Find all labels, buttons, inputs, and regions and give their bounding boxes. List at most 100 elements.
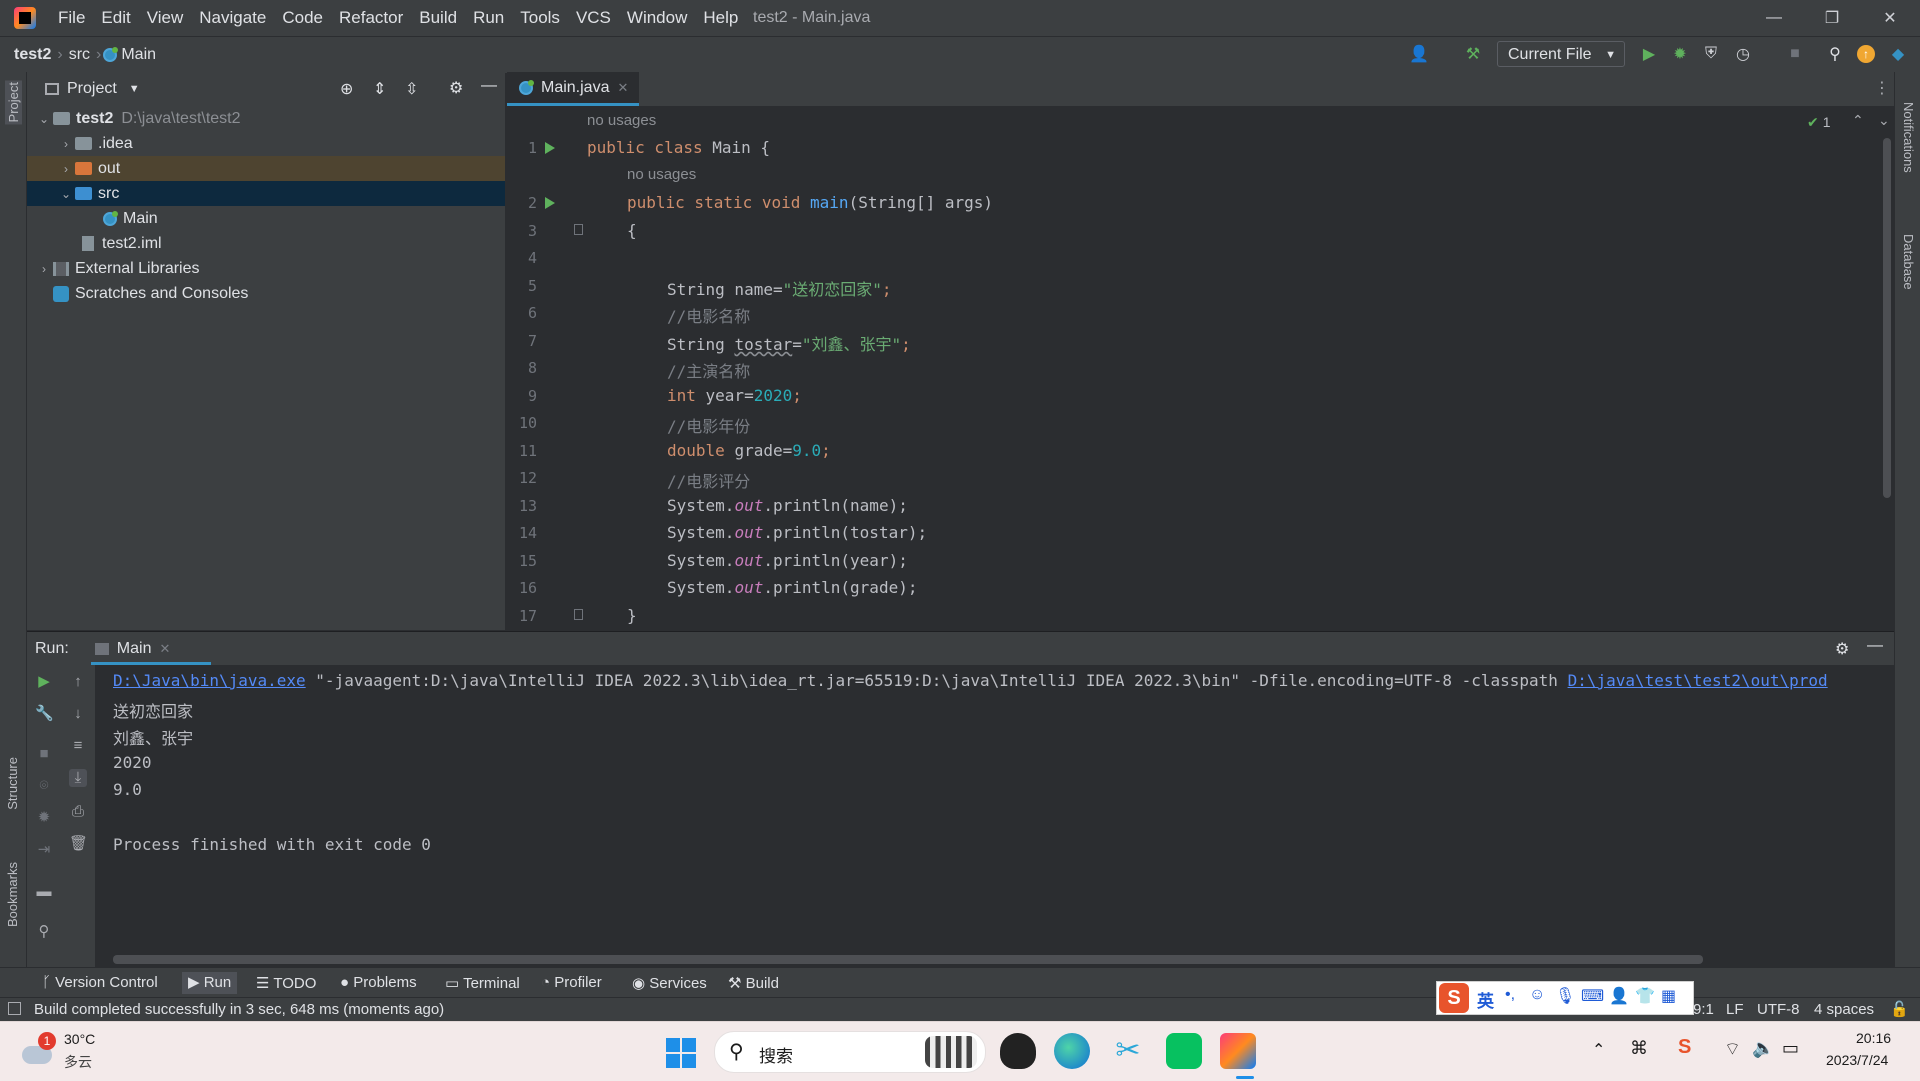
indent-setting[interactable]: 4 spaces (1814, 1001, 1874, 1018)
profiler-tool[interactable]: ◔ Profiler (541, 974, 602, 991)
ime-indicator-icon[interactable]: ⌘ (1630, 1038, 1648, 1059)
expand-all-icon[interactable]: ⇕ (373, 79, 386, 99)
menu-navigate[interactable]: Navigate (191, 0, 274, 36)
gear-icon[interactable]: ⚙ (449, 78, 463, 98)
tab-main-java[interactable]: Main.java ✕ (507, 72, 639, 106)
soft-wrap-icon[interactable]: ≡ (69, 737, 87, 755)
file-encoding[interactable]: UTF-8 (1757, 1001, 1800, 1018)
services-tool[interactable]: ◉ Services (632, 974, 707, 992)
update-icon[interactable]: ↑ (1857, 45, 1875, 63)
tree-item-idea[interactable]: › .idea (27, 131, 505, 156)
exit-icon[interactable]: ⇥ (35, 841, 53, 859)
run-tab-main[interactable]: Main (117, 640, 152, 658)
run-gutter-icon[interactable] (545, 142, 555, 154)
arrow-down-icon[interactable]: ↓ (69, 705, 87, 723)
battery-icon[interactable]: ▭ (1782, 1038, 1799, 1059)
collapse-all-icon[interactable]: ⇳ (405, 79, 418, 99)
clock-date[interactable]: 2023/7/24 (1826, 1052, 1888, 1068)
breadcrumb-src[interactable]: src (65, 46, 94, 64)
tree-item-scratches[interactable]: Scratches and Consoles (27, 281, 505, 306)
breadcrumb-project[interactable]: test2 (10, 46, 55, 64)
menu-refactor[interactable]: Refactor (331, 0, 411, 36)
edge-icon[interactable] (1054, 1033, 1090, 1069)
todo-tool[interactable]: ☰ TODO (256, 974, 316, 992)
rerun-icon[interactable]: ▶ (35, 673, 53, 691)
menu-tools[interactable]: Tools (512, 0, 568, 36)
menu-vcs[interactable]: VCS (568, 0, 619, 36)
more-icon[interactable]: ⋮ (1874, 78, 1890, 98)
chevron-up-icon[interactable]: ⌃ (1852, 112, 1864, 129)
stop-icon[interactable]: ■ (1784, 43, 1806, 65)
problems-tool[interactable]: ● Problems (340, 974, 417, 991)
chevron-down-icon[interactable]: ▼ (129, 83, 140, 95)
trash-icon[interactable]: 🗑 (69, 835, 88, 853)
classpath-link[interactable]: D:\java\test\test2\out\prod (1568, 671, 1828, 690)
menu-window[interactable]: Window (619, 0, 695, 36)
windows-start-icon[interactable] (666, 1038, 696, 1068)
tree-item-main[interactable]: Main (27, 206, 505, 231)
print-icon[interactable]: ⎙ (69, 803, 87, 821)
java-exe-link[interactable]: D:\Java\bin\java.exe (113, 671, 306, 690)
tree-item-out[interactable]: › out (27, 156, 505, 181)
locate-icon[interactable]: ⊕ (340, 79, 353, 99)
chevron-right-icon[interactable]: › (35, 262, 53, 276)
arrow-up-icon[interactable]: ↑ (69, 673, 87, 691)
menu-view[interactable]: View (139, 0, 192, 36)
wechat-icon[interactable] (1166, 1033, 1202, 1069)
qq-icon[interactable] (1000, 1033, 1036, 1069)
user-icon[interactable]: 👤 (1408, 43, 1430, 65)
chevron-right-icon[interactable]: › (57, 137, 75, 151)
emoji-icon[interactable]: ☺ (1529, 986, 1545, 1004)
database-tool-button[interactable]: Database (1901, 234, 1916, 290)
terminal-tool[interactable]: ▭ Terminal (445, 974, 520, 992)
bookmarks-tool-button[interactable]: Bookmarks (5, 862, 20, 927)
skin-icon[interactable]: 👕 (1635, 986, 1655, 1006)
clock-time[interactable]: 20:16 (1856, 1030, 1891, 1046)
camera-icon[interactable]: ⌾ (35, 777, 53, 795)
version-control-tool[interactable]: ᚴ Version Control (42, 974, 158, 991)
run-config-dropdown[interactable]: Current File ▼ (1497, 41, 1625, 67)
sogou-tray-icon[interactable]: S (1678, 1036, 1700, 1058)
search-icon[interactable]: ⚲ (1824, 43, 1846, 65)
inspection-ok-icon[interactable]: ✔ 1 (1807, 114, 1831, 131)
coverage-icon[interactable]: ⛨ (1700, 43, 1722, 65)
menu-edit[interactable]: Edit (93, 0, 138, 36)
fold-icon[interactable] (574, 224, 583, 235)
tree-item-src[interactable]: ⌄ src (27, 181, 505, 206)
layout-icon[interactable]: ▬ (35, 883, 53, 901)
gear-icon[interactable]: ⚙ (1835, 639, 1849, 659)
project-view-selector[interactable]: Project (67, 80, 117, 98)
user-icon[interactable]: 👤 (1609, 986, 1629, 1006)
build-tool[interactable]: ⚒ Build (728, 974, 779, 992)
tree-item-root[interactable]: ⌄ test2 D:\java\test\test2 (27, 106, 505, 131)
debug-icon[interactable]: ✹ (1669, 43, 1691, 65)
menu-run[interactable]: Run (465, 0, 512, 36)
wifi-icon[interactable]: ⌔ (1724, 1038, 1741, 1061)
profile-icon[interactable]: ◷ (1732, 43, 1754, 65)
pin-icon[interactable]: ⚲ (35, 923, 53, 941)
run-gutter-icon[interactable] (545, 197, 555, 209)
menu-file[interactable]: File (50, 0, 93, 36)
chevron-right-icon[interactable]: › (57, 162, 75, 176)
hide-panel-icon[interactable]: — (481, 77, 497, 95)
structure-tool-button[interactable]: Structure (5, 757, 20, 810)
toggle-tool-windows-icon[interactable] (8, 1002, 21, 1015)
chevron-down-icon[interactable]: ⌄ (35, 112, 53, 126)
jetbrains-icon[interactable]: ◆ (1887, 43, 1909, 65)
run-tool[interactable]: ▶ Run (182, 972, 238, 994)
close-tab-icon[interactable]: ✕ (617, 80, 628, 96)
volume-icon[interactable]: 🔈 (1752, 1038, 1774, 1059)
caret-position[interactable]: 9:1 (1693, 1001, 1714, 1018)
toolbox-icon[interactable]: ▦ (1661, 986, 1676, 1006)
maximize-button[interactable]: ❐ (1804, 0, 1860, 36)
wrench-icon[interactable]: 🔧 (35, 705, 54, 723)
punctuation-icon[interactable]: •, (1505, 986, 1515, 1004)
stop-icon[interactable]: ■ (35, 745, 53, 763)
project-tool-button[interactable]: Project (5, 80, 22, 125)
notifications-tool-button[interactable]: Notifications (1901, 102, 1916, 173)
menu-help[interactable]: Help (695, 0, 746, 36)
chevron-up-icon[interactable]: ⌃ (1592, 1040, 1605, 1060)
weather-icon[interactable]: 1 (22, 1032, 58, 1066)
tree-item-iml[interactable]: test2.iml (27, 231, 505, 256)
ime-mode[interactable]: 英 (1477, 987, 1494, 1012)
